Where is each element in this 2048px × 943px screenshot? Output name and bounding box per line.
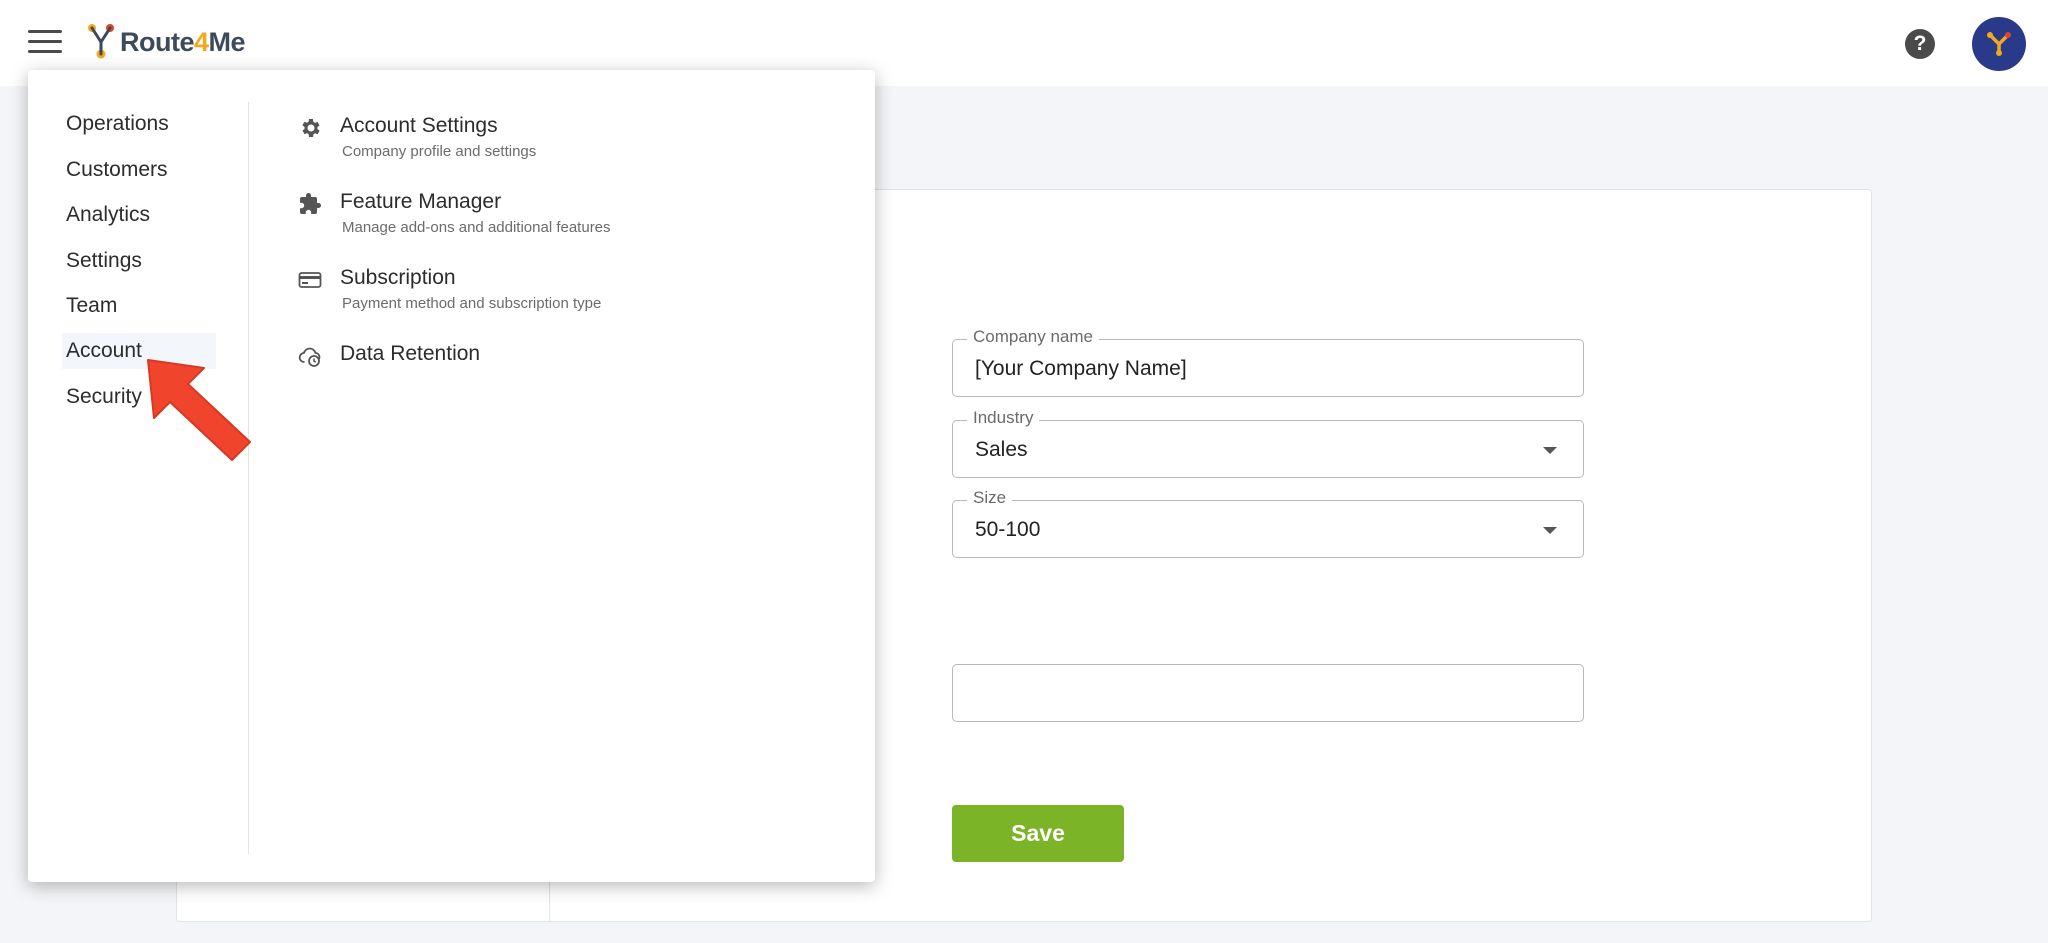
puzzle-piece-icon <box>300 193 321 214</box>
credit-card-icon <box>298 272 322 288</box>
route4me-logo-icon <box>1987 32 2011 56</box>
route4me-logo[interactable]: Route4Me <box>84 22 246 62</box>
menu-item-title: Feature Manager <box>340 190 502 213</box>
size-label: Size <box>967 488 1013 508</box>
industry-select[interactable]: Industry Sales <box>952 408 1584 478</box>
question-mark-icon[interactable]: ? <box>1905 29 1935 59</box>
menu-item-description: Manage add-ons and additional features <box>342 219 611 236</box>
gear-icon <box>302 119 320 137</box>
route4me-mark-icon <box>88 24 114 59</box>
logo-text: Route4Me <box>120 26 246 57</box>
menu-category-operations[interactable]: Operations <box>66 106 216 142</box>
menu-item-title: Account Settings <box>340 114 498 137</box>
red-arrow-annotation-icon <box>147 359 251 461</box>
industry-value: Sales <box>975 438 1028 461</box>
menu-category-settings[interactable]: Settings <box>66 243 216 279</box>
menu-divider <box>248 102 249 854</box>
extra-input-field[interactable] <box>952 664 1584 722</box>
size-select[interactable]: Size 50-100 <box>952 488 1584 558</box>
menu-category-team[interactable]: Team <box>66 288 216 324</box>
industry-label: Industry <box>967 408 1040 428</box>
navigation-menu: Operations Customers Analytics Settings … <box>28 70 875 882</box>
menu-item-title: Data Retention <box>340 342 481 365</box>
menu-item-description: Payment method and subscription type <box>342 295 602 312</box>
size-value: 50-100 <box>975 518 1041 541</box>
menu-item-title: Subscription <box>340 266 456 289</box>
cloud-clock-icon <box>298 347 321 367</box>
chevron-down-icon <box>1543 447 1557 454</box>
menu-category-customers[interactable]: Customers <box>66 152 216 188</box>
avatar[interactable] <box>1972 17 2026 71</box>
company-name-value: [Your Company Name] <box>975 357 1187 380</box>
save-button[interactable]: Save <box>952 805 1124 862</box>
hamburger-menu-icon[interactable] <box>28 30 62 56</box>
menu-item-description: Company profile and settings <box>342 143 537 160</box>
company-name-field[interactable]: Company name [Your Company Name] <box>952 327 1584 397</box>
company-name-label: Company name <box>967 327 1100 347</box>
chevron-down-icon <box>1543 527 1557 534</box>
menu-category-analytics[interactable]: Analytics <box>66 197 216 233</box>
